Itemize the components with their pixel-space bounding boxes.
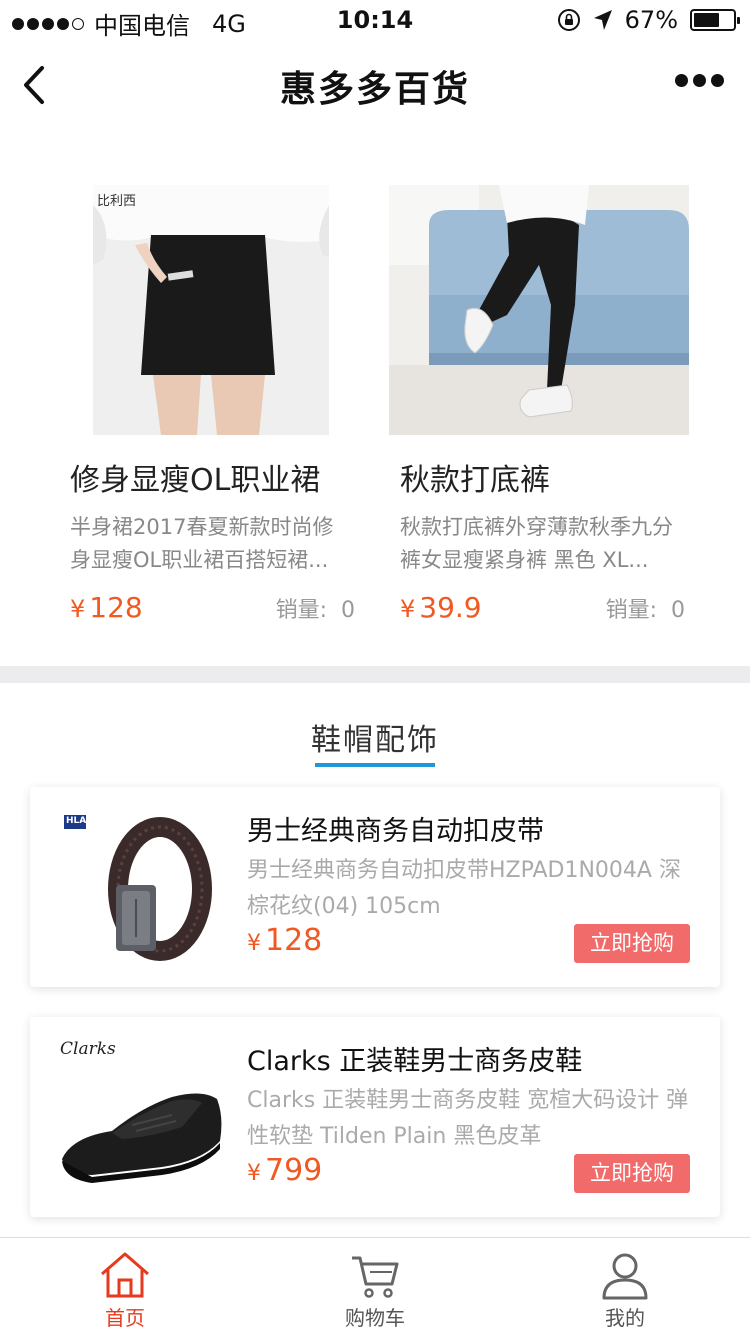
home-icon — [101, 1252, 149, 1298]
sales-label: 销量: — [605, 597, 657, 623]
brand-mark-hla: HLA — [66, 816, 87, 826]
brand-mark-clarks: Clarks — [60, 1039, 116, 1059]
status-bar: 中国电信 4G 10:14 67% — [0, 0, 750, 40]
product-card-belt[interactable]: HLA 男士经典商务自动扣皮带 男士经典商务自动扣皮带HZPAD1N004A 深… — [30, 787, 720, 987]
section-underline — [315, 763, 435, 767]
price-value: 39.9 — [419, 591, 482, 624]
currency-symbol: ¥ — [70, 595, 86, 623]
sales-count: 销量: 0 — [276, 592, 355, 624]
section-divider — [0, 666, 750, 683]
status-right: 67% — [557, 6, 740, 34]
battery-level — [694, 13, 720, 27]
card-title[interactable]: 男士经典商务自动扣皮带 — [247, 809, 544, 848]
battery-icon — [690, 9, 740, 31]
tab-label: 首页 — [105, 1306, 145, 1330]
card-price: ¥128 — [247, 923, 322, 958]
price-value: 128 — [265, 923, 323, 958]
tab-profile[interactable]: 我的 — [500, 1238, 750, 1334]
tab-label: 我的 — [605, 1306, 645, 1330]
product-name[interactable]: 修身显瘦OL职业裙 — [70, 455, 370, 499]
price-row: ¥39.9 销量: 0 — [400, 591, 685, 624]
tab-label: 购物车 — [345, 1306, 405, 1330]
buy-now-button[interactable]: 立即抢购 — [574, 1154, 690, 1193]
page-title: 惠多多百货 — [279, 69, 470, 110]
sales-value: 0 — [671, 597, 685, 623]
price-row: ¥128 销量: 0 — [70, 591, 355, 624]
currency-symbol: ¥ — [247, 1161, 261, 1186]
product-name[interactable]: 秋款打底裤 — [400, 455, 700, 499]
tab-bar: 首页 购物车 我的 — [0, 1237, 750, 1334]
brand-mark-bilixi: 比利西 — [97, 194, 137, 209]
price-value: 799 — [265, 1153, 323, 1188]
more-options-icon[interactable] — [675, 74, 724, 87]
price-value: 128 — [89, 591, 143, 624]
currency-symbol: ¥ — [400, 595, 416, 623]
product-card-skirt[interactable]: 比利西 修身显瘦OL职业裙 半身裙2017春夏新款时尚修身显瘦OL职业裙百搭短裙… — [70, 185, 370, 624]
buy-now-button[interactable]: 立即抢购 — [574, 924, 690, 963]
sales-value: 0 — [341, 597, 355, 623]
cart-icon — [352, 1256, 399, 1298]
tab-home[interactable]: 首页 — [0, 1238, 250, 1334]
card-desc: 男士经典商务自动扣皮带HZPAD1N004A 深棕花纹(04) 105cm — [247, 858, 681, 919]
user-icon — [602, 1253, 648, 1300]
product-price: ¥128 — [70, 591, 143, 624]
location-arrow-icon — [593, 10, 612, 30]
battery-percent: 67% — [624, 6, 678, 34]
card-title[interactable]: Clarks 正装鞋男士商务皮鞋 — [247, 1039, 582, 1078]
card-desc: Clarks 正装鞋男士商务皮鞋 宽楦大码设计 弹性软垫 Tilden Plai… — [247, 1088, 689, 1149]
product-card-shoes[interactable]: Clarks Clarks 正装鞋男士商务皮鞋 Clarks 正装鞋男士商务皮鞋… — [30, 1017, 720, 1217]
product-image-leggings[interactable] — [389, 185, 689, 435]
product-desc: 秋款打底裤外穿薄款秋季九分裤女显瘦紧身裤 黑色 XL... — [400, 515, 673, 572]
product-image-shoes[interactable]: Clarks — [52, 1037, 232, 1197]
product-card-leggings[interactable]: 秋款打底裤 秋款打底裤外穿薄款秋季九分裤女显瘦紧身裤 黑色 XL... ¥39.… — [389, 185, 700, 624]
product-image-skirt[interactable]: 比利西 — [93, 185, 329, 435]
currency-symbol: ¥ — [247, 931, 261, 956]
product-image-belt[interactable]: HLA — [52, 807, 232, 967]
product-desc: 半身裙2017春夏新款时尚修身显瘦OL职业裙百搭短裙... — [70, 515, 334, 572]
orientation-lock-icon — [557, 9, 580, 31]
nav-bar: 惠多多百货 — [0, 40, 750, 130]
section-title: 鞋帽配饰 — [311, 723, 439, 758]
card-price: ¥799 — [247, 1153, 322, 1188]
sales-count: 销量: 0 — [606, 592, 685, 624]
sales-label: 销量: — [275, 597, 327, 623]
product-price: ¥39.9 — [400, 591, 482, 624]
tab-cart[interactable]: 购物车 — [250, 1238, 500, 1334]
